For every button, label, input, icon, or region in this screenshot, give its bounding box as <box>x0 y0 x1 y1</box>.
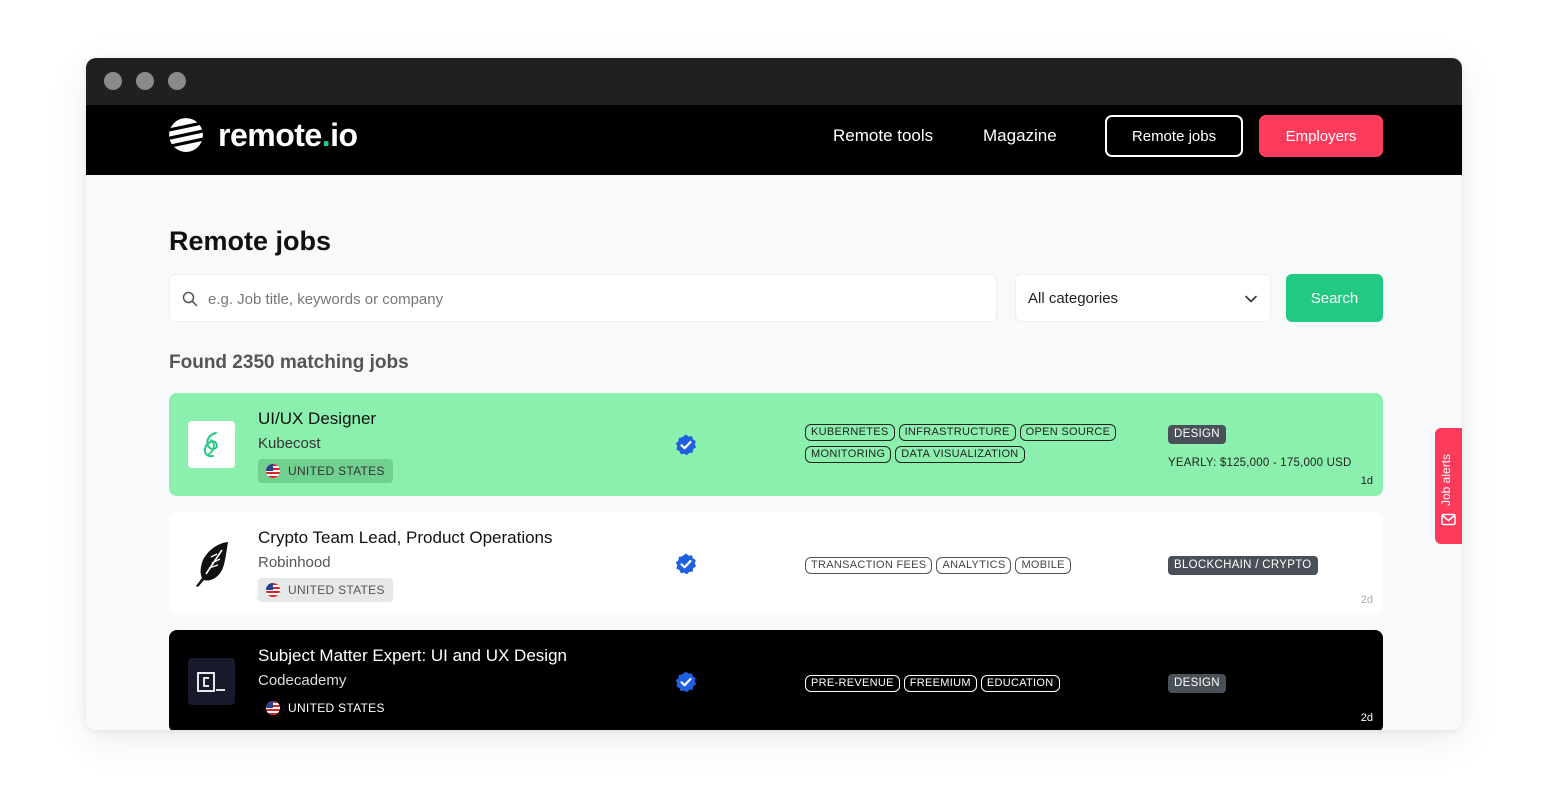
job-card[interactable]: Crypto Team Lead, Product Operations Rob… <box>169 512 1383 615</box>
tag-chip[interactable]: TRANSACTION FEES <box>805 557 933 574</box>
location-badge: UNITED STATES <box>258 459 393 483</box>
window-close-dot[interactable] <box>104 72 122 90</box>
company-name[interactable]: Robinhood <box>258 554 331 571</box>
company-logo-codecademy <box>188 658 235 705</box>
window-titlebar <box>86 58 1462 105</box>
tag-chip[interactable]: INFRASTRUCTURE <box>898 424 1016 441</box>
page-title: Remote jobs <box>169 226 332 256</box>
job-title[interactable]: Crypto Team Lead, Product Operations <box>258 528 553 548</box>
job-card[interactable]: UI/UX Designer Kubecost UNITED STATES KU… <box>169 393 1383 496</box>
chevron-down-icon <box>1245 295 1257 303</box>
location-text: UNITED STATES <box>288 701 385 715</box>
verified-badge-icon <box>675 553 696 575</box>
kubecost-logo-icon <box>203 431 218 457</box>
codecademy-logo-icon <box>196 671 225 692</box>
company-logo-kubecost <box>188 421 235 468</box>
job-card[interactable]: Subject Matter Expert: UI and UX Design … <box>169 630 1383 730</box>
logo-text-main: remote <box>218 116 322 153</box>
location-badge: UNITED STATES <box>258 578 393 602</box>
us-flag-icon <box>266 464 280 478</box>
posted-age: 2d <box>1360 712 1373 724</box>
site-logo[interactable]: remote.io <box>168 117 358 153</box>
globe-stripes-icon <box>169 118 203 152</box>
posted-age: 1d <box>1360 475 1373 487</box>
company-name[interactable]: Kubecost <box>258 435 321 452</box>
logo-text-dot: . <box>321 116 331 153</box>
search-icon <box>182 291 198 307</box>
tag-chip[interactable]: FREEMIUM <box>903 675 977 692</box>
verified-badge-icon <box>675 671 696 693</box>
search-box[interactable] <box>169 274 997 323</box>
job-alerts-tab[interactable]: Job alerts <box>1435 428 1462 544</box>
tag-list: TRANSACTION FEES ANALYTICS MOBILE <box>805 557 1135 574</box>
company-name[interactable]: Codecademy <box>258 672 346 689</box>
posted-age: 2d <box>1360 594 1373 606</box>
feather-logo-icon <box>195 541 228 587</box>
remote-jobs-button[interactable]: Remote jobs <box>1105 115 1243 157</box>
logo-text-tld: io <box>330 116 358 153</box>
tag-chip[interactable]: MOBILE <box>1015 557 1071 574</box>
job-alerts-label: Job alerts <box>1439 453 1453 506</box>
location-badge: UNITED STATES <box>258 696 393 720</box>
verified-badge-icon <box>675 434 696 456</box>
tag-chip[interactable]: DATA VISUALIZATION <box>895 446 1025 463</box>
tag-chip[interactable]: MONITORING <box>805 446 892 463</box>
job-title[interactable]: Subject Matter Expert: UI and UX Design <box>258 646 567 666</box>
browser-window: remote.io Remote tools Magazine Remote j… <box>86 58 1462 730</box>
us-flag-icon <box>266 701 280 715</box>
search-input[interactable] <box>206 275 990 323</box>
tag-chip[interactable]: OPEN SOURCE <box>1019 424 1117 441</box>
category-select-value: All categories <box>1028 290 1119 307</box>
company-logo-robinhood <box>188 540 235 587</box>
logo-wordmark: remote.io <box>218 117 358 154</box>
employers-button[interactable]: Employers <box>1259 115 1383 157</box>
mail-icon <box>1441 513 1456 526</box>
category-select[interactable]: All categories <box>1015 274 1271 322</box>
tag-chip[interactable]: EDUCATION <box>980 675 1060 692</box>
window-minimize-dot[interactable] <box>136 72 154 90</box>
category-badge[interactable]: DESIGN <box>1168 425 1226 444</box>
location-text: UNITED STATES <box>288 583 385 597</box>
tag-chip[interactable]: ANALYTICS <box>936 557 1012 574</box>
nav-remote-tools[interactable]: Remote tools <box>833 125 933 147</box>
tag-chip[interactable]: PRE-REVENUE <box>805 675 900 692</box>
salary-text: YEARLY: $125,000 - 175,000 USD <box>1168 457 1352 469</box>
search-button[interactable]: Search <box>1286 274 1383 322</box>
job-title[interactable]: UI/UX Designer <box>258 409 376 429</box>
results-count: Found 2350 matching jobs <box>169 352 409 373</box>
tag-chip[interactable]: KUBERNETES <box>805 424 895 441</box>
tag-list: PRE-REVENUE FREEMIUM EDUCATION <box>805 675 1135 692</box>
window-maximize-dot[interactable] <box>168 72 186 90</box>
category-badge[interactable]: DESIGN <box>1168 674 1226 693</box>
category-badge[interactable]: BLOCKCHAIN / CRYPTO <box>1168 556 1318 575</box>
us-flag-icon <box>266 583 280 597</box>
tag-list: KUBERNETES INFRASTRUCTURE OPEN SOURCE MO… <box>805 424 1135 463</box>
location-text: UNITED STATES <box>288 464 385 478</box>
top-navbar: remote.io Remote tools Magazine Remote j… <box>86 105 1462 175</box>
nav-magazine[interactable]: Magazine <box>983 125 1057 147</box>
